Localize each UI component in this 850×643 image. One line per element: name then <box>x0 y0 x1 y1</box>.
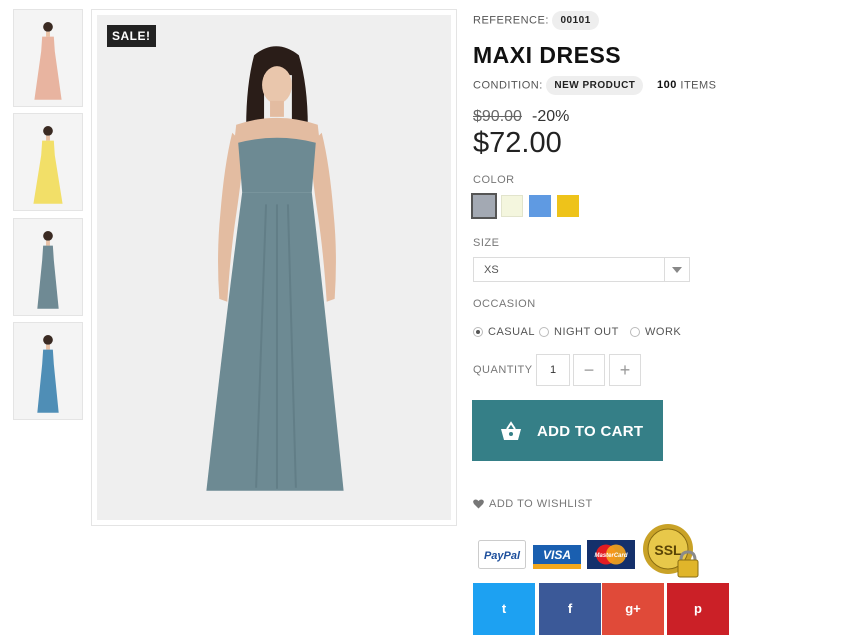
dress-thumbnail-image <box>33 126 63 204</box>
reference-label: REFERENCE: <box>473 14 549 27</box>
google-plus-icon: g+ <box>625 601 641 616</box>
size-select[interactable]: XS <box>473 257 690 282</box>
radio-checked-icon[interactable] <box>473 327 483 338</box>
thumbnail-4[interactable] <box>13 322 83 420</box>
quantity-label: QUANTITY <box>473 364 533 376</box>
sale-badge: SALE! <box>107 25 156 47</box>
dress-thumbnail-image <box>34 22 62 100</box>
add-to-cart-button[interactable]: ADD TO CART <box>472 400 663 461</box>
dress-thumbnail-image <box>37 335 59 413</box>
visa-logo: VISA <box>533 540 581 569</box>
condition-badge: NEW PRODUCT <box>546 76 644 95</box>
size-selected-value: XS <box>484 264 499 276</box>
size-label: SIZE <box>473 237 500 249</box>
twitter-share-button[interactable]: t <box>473 583 535 635</box>
occasion-radio-night-out[interactable]: NIGHT OUT <box>539 326 619 338</box>
condition-label: CONDITION: <box>473 79 543 92</box>
stock-count: 100 <box>656 79 677 92</box>
add-to-cart-label: ADD TO CART <box>537 423 644 440</box>
google-plus-share-button[interactable]: g+ <box>602 583 664 635</box>
mastercard-logo: MasterCard <box>587 540 635 569</box>
color-swatch[interactable] <box>471 193 497 219</box>
product-title: MAXI DRESS <box>473 42 622 68</box>
dress-model-image <box>206 46 344 491</box>
thumbnail-2[interactable] <box>13 113 83 211</box>
reference-row: REFERENCE: 00101 <box>473 11 599 30</box>
quantity-input[interactable]: 1 <box>536 354 570 386</box>
quantity-increase-button[interactable]: + <box>609 354 641 386</box>
shopping-basket-icon <box>501 421 521 440</box>
thumbnail-3[interactable] <box>13 218 83 316</box>
pinterest-icon: p <box>694 601 702 616</box>
color-swatch[interactable] <box>501 195 523 217</box>
quantity-decrease-button[interactable]: − <box>573 354 605 386</box>
svg-text:PayPal: PayPal <box>484 550 521 562</box>
facebook-icon: f <box>567 601 573 616</box>
svg-text:VISA: VISA <box>543 548 571 562</box>
ssl-secure-badge: SSL <box>643 524 699 578</box>
wishlist-label: ADD TO WISHLIST <box>489 498 593 510</box>
twitter-icon: t <box>501 601 507 616</box>
radio-unchecked-icon[interactable] <box>630 327 640 338</box>
add-to-wishlist-link[interactable]: ADD TO WISHLIST <box>473 498 593 510</box>
occasion-option-label: NIGHT OUT <box>554 326 619 338</box>
occasion-option-label: WORK <box>645 326 682 338</box>
paypal-logo: PayPal <box>478 540 526 569</box>
main-image-canvas: SALE! <box>97 15 451 520</box>
dress-thumbnail-image <box>37 231 59 309</box>
old-price: $90.00 <box>473 108 522 125</box>
facebook-share-button[interactable]: f <box>539 583 601 635</box>
discount-label: -20% <box>532 108 570 125</box>
color-label: COLOR <box>473 174 515 186</box>
current-price: $72.00 <box>473 127 562 159</box>
svg-text:MasterCard: MasterCard <box>594 553 627 559</box>
reference-value: 00101 <box>552 11 599 30</box>
pinterest-share-button[interactable]: p <box>667 583 729 635</box>
stock-label: ITEMS <box>680 79 717 92</box>
occasion-option-label: CASUAL <box>488 326 536 338</box>
color-swatch[interactable] <box>557 195 579 217</box>
occasion-radio-casual[interactable]: CASUAL <box>473 326 535 338</box>
main-product-image[interactable]: SALE! <box>91 9 457 526</box>
occasion-label: OCCASION <box>473 298 536 310</box>
radio-unchecked-icon[interactable] <box>539 327 549 338</box>
occasion-radio-work[interactable]: WORK <box>630 326 681 338</box>
thumbnail-1[interactable] <box>13 9 83 107</box>
condition-row: CONDITION: NEW PRODUCT 100 ITEMS <box>473 76 717 95</box>
heart-icon <box>473 499 484 509</box>
svg-text:SSL: SSL <box>654 542 682 558</box>
chevron-down-icon[interactable] <box>664 258 689 281</box>
color-swatch[interactable] <box>529 195 551 217</box>
